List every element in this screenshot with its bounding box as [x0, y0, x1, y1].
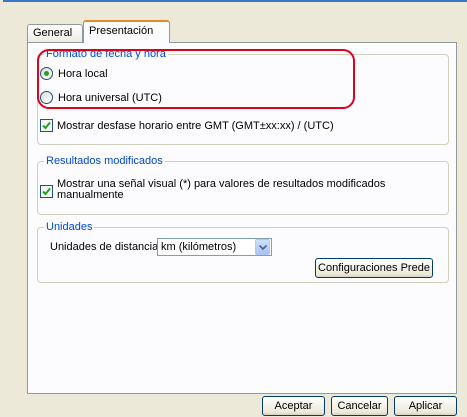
radio-unselected-icon[interactable]: [40, 91, 53, 104]
radio-selected-icon[interactable]: [40, 67, 53, 80]
radio-hora-local[interactable]: Hora local: [40, 67, 108, 80]
distance-units-select[interactable]: km (kilómetros): [157, 238, 272, 256]
distance-units-value: km (kilómetros): [161, 241, 237, 253]
checkbox-checked-icon[interactable]: [40, 119, 53, 132]
modified-results-group: Resultados modificados Mostrar una señal…: [37, 155, 449, 215]
visual-signal-checkbox[interactable]: Mostrar una señal visual (*) para valore…: [40, 179, 385, 201]
tab-panel: Formato de fecha y hora Hora local Hora …: [27, 42, 457, 394]
visual-signal-label: Mostrar una señal visual (*) para valore…: [57, 179, 385, 201]
date-time-group: Formato de fecha y hora Hora local Hora …: [37, 48, 449, 145]
date-time-legend: Formato de fecha y hora: [44, 48, 168, 60]
gmt-offset-label: Mostrar desfase horario entre GMT (GMT±x…: [57, 119, 334, 132]
tab-general[interactable]: General: [27, 24, 83, 42]
apply-button[interactable]: Aplicar: [394, 396, 457, 416]
accept-button[interactable]: Aceptar: [262, 396, 325, 416]
radio-hora-utc[interactable]: Hora universal (UTC): [40, 91, 162, 104]
radio-hora-local-label: Hora local: [58, 67, 108, 80]
cancel-button[interactable]: Cancelar: [331, 396, 388, 416]
modified-results-legend: Resultados modificados: [44, 155, 165, 167]
checkbox-checked-icon[interactable]: [40, 185, 53, 198]
radio-hora-utc-label: Hora universal (UTC): [58, 91, 162, 104]
default-settings-button[interactable]: Configuraciones Prede: [315, 258, 433, 278]
visual-signal-label-line2: manualmente: [57, 189, 124, 201]
distance-units-label: Unidades de distancia:: [50, 241, 162, 253]
units-legend: Unidades: [44, 221, 95, 233]
tab-presentacion[interactable]: Presentación: [83, 20, 170, 43]
window-edge: [0, 0, 3, 417]
gmt-offset-checkbox[interactable]: Mostrar desfase horario entre GMT (GMT±x…: [40, 119, 334, 132]
chevron-down-icon[interactable]: [255, 239, 270, 255]
